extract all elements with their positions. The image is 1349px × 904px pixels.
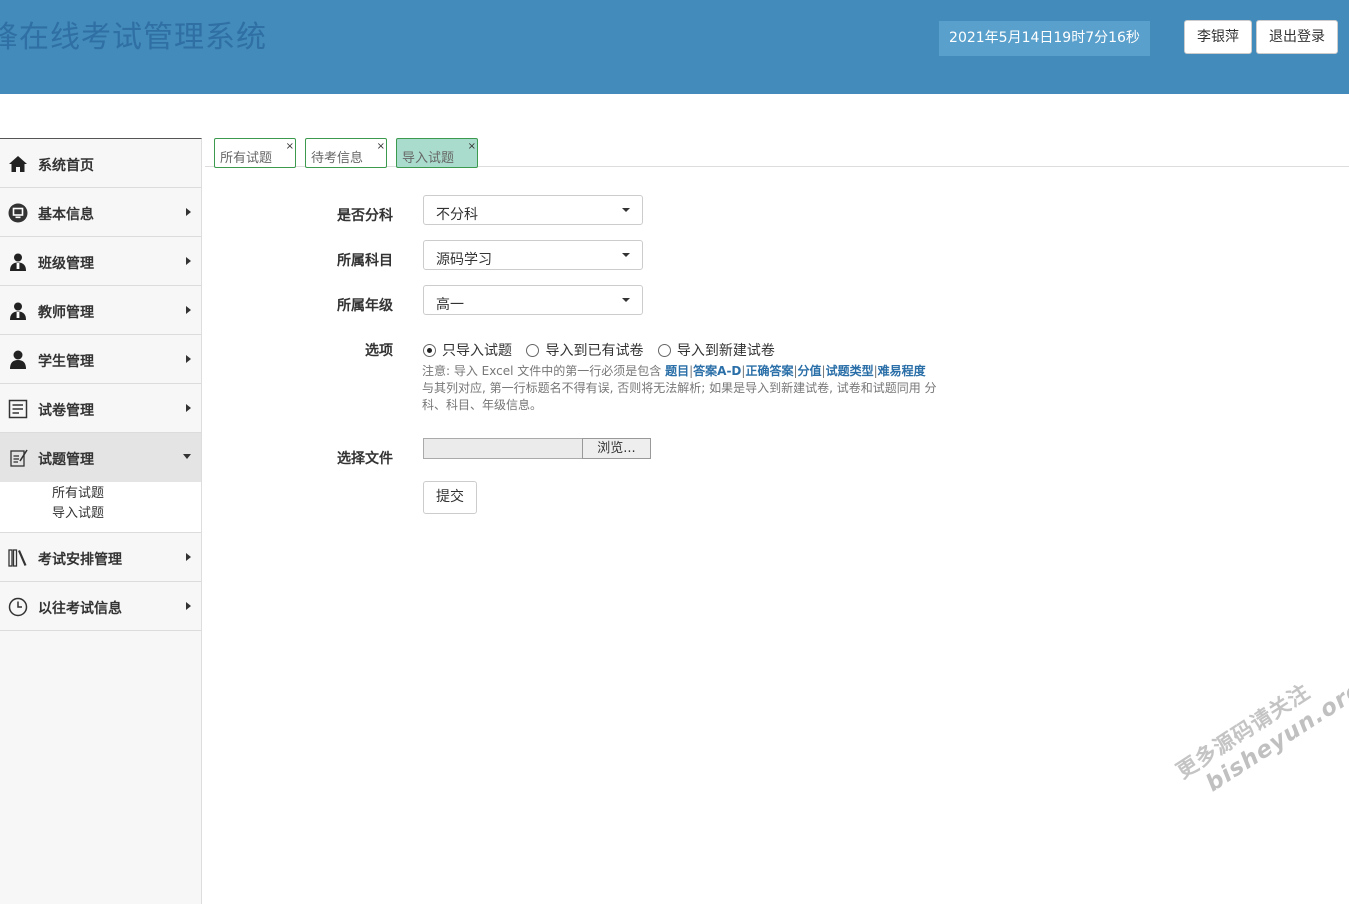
class-user-icon [10, 253, 26, 271]
sidebar-item-label: 基本信息 [38, 207, 94, 223]
import-note: 注意: 导入 Excel 文件中的第一行必须是包含 题目|答案A-D|正确答案|… [422, 364, 937, 412]
browse-button[interactable]: 浏览... [582, 438, 651, 459]
books-icon [8, 549, 27, 567]
note-field: 答案A-D [693, 364, 742, 378]
option-import-questions-only[interactable]: 只导入试题 [423, 340, 512, 360]
note-field: 题目 [665, 364, 690, 378]
subject-label: 所属科目 [337, 253, 393, 269]
radio-button[interactable] [423, 344, 436, 357]
chevron-right-icon [186, 208, 191, 216]
note-field: 难易程度 [877, 364, 926, 378]
sidebar-item-label: 教师管理 [38, 305, 94, 321]
clock-icon [8, 597, 28, 617]
select-value: 高一 [436, 297, 464, 313]
caret-down-icon [622, 208, 630, 212]
sidebar-item-label: 考试安排管理 [38, 552, 122, 568]
caret-down-icon [622, 298, 630, 302]
tab-pending-exams[interactable]: 待考信息 × [305, 138, 387, 168]
chevron-right-icon [186, 553, 191, 561]
logout-button[interactable]: 退出登录 [1256, 20, 1338, 54]
sidebar-item-student-management[interactable]: 学生管理 [0, 335, 201, 384]
sidebar-item-label: 试卷管理 [38, 403, 94, 419]
radio-button[interactable] [657, 344, 671, 357]
options-label: 选项 [365, 343, 393, 359]
close-icon[interactable]: × [286, 142, 294, 152]
chevron-right-icon [186, 355, 191, 363]
close-icon[interactable]: × [468, 142, 476, 152]
sidebar: 系统首页 基本信息 班级管理 教师管理 学生管理 试卷管理 试题管理 所有试题 … [0, 138, 202, 904]
teacher-icon [10, 302, 26, 320]
sidebar-item-label: 学生管理 [38, 354, 94, 370]
subject-split-select[interactable]: 不分科 [423, 195, 643, 225]
select-value: 源码学习 [436, 252, 492, 268]
chevron-down-icon [183, 454, 191, 459]
sidebar-item-class-management[interactable]: 班级管理 [0, 237, 201, 286]
sidebar-item-past-exams[interactable]: 以往考试信息 [0, 582, 201, 631]
grade-label: 所属年级 [337, 298, 393, 314]
chevron-right-icon [186, 306, 191, 314]
select-value: 不分科 [436, 207, 478, 223]
sidebar-item-label: 班级管理 [38, 256, 94, 272]
sidebar-item-label: 系统首页 [38, 158, 94, 174]
submenu-item-import-questions[interactable]: 导入试题 [52, 504, 201, 524]
app-title: 锋在线考试管理系统 [0, 20, 267, 55]
question-submenu: 所有试题 导入试题 [0, 482, 201, 533]
note-field: 试题类型 [825, 364, 874, 378]
chevron-right-icon [186, 257, 191, 265]
sidebar-item-label: 以往考试信息 [38, 601, 122, 617]
note-field: 正确答案 [745, 364, 794, 378]
watermark: 更多源码请关注 bisheyun.org [1170, 651, 1349, 807]
file-path-input[interactable] [423, 438, 583, 459]
tab-label: 所有试题 [220, 151, 273, 166]
sidebar-item-home[interactable]: 系统首页 [0, 139, 201, 188]
tab-label: 导入试题 [402, 151, 455, 166]
submit-button[interactable]: 提交 [423, 481, 477, 514]
grade-select[interactable]: 高一 [423, 285, 643, 315]
radio-button[interactable] [526, 344, 540, 357]
sidebar-item-teacher-management[interactable]: 教师管理 [0, 286, 201, 335]
sidebar-item-label: 试题管理 [38, 452, 94, 468]
paper-icon [8, 399, 28, 419]
sidebar-item-basic-info[interactable]: 基本信息 [0, 188, 201, 237]
user-name-button[interactable]: 李银萍 [1184, 20, 1252, 54]
option-import-existing-paper[interactable]: 导入到已有试卷 [526, 340, 643, 360]
student-icon [10, 350, 26, 369]
subject-select[interactable]: 源码学习 [423, 240, 643, 270]
radio-label: 导入到新建试卷 [676, 343, 775, 359]
import-options: 只导入试题 导入到已有试卷 导入到新建试卷 [423, 340, 785, 360]
submenu-item-all-questions[interactable]: 所有试题 [52, 484, 201, 504]
tab-import-questions[interactable]: 导入试题 × [396, 138, 478, 168]
sidebar-item-exam-schedule[interactable]: 考试安排管理 [0, 533, 201, 582]
top-header: 锋在线考试管理系统 2021年5月14日19时7分16秒 李银萍 退出登录 [0, 0, 1349, 94]
note-prefix: 注意: 导入 Excel 文件中的第一行必须是包含 [422, 364, 666, 378]
subject-split-label: 是否分科 [337, 208, 393, 224]
note-suffix: 与其列对应, 第一行标题名不得有误, 否则将无法解析; 如果是导入到新建试卷, … [422, 381, 937, 412]
sidebar-item-question-management[interactable]: 试题管理 [0, 433, 201, 482]
close-icon[interactable]: × [377, 142, 385, 152]
tab-all-questions[interactable]: 所有试题 × [214, 138, 296, 168]
monitor-icon [8, 203, 28, 223]
chevron-right-icon [186, 602, 191, 610]
home-icon [9, 156, 27, 172]
datetime-display: 2021年5月14日19时7分16秒 [939, 21, 1150, 56]
question-icon [10, 449, 28, 467]
sidebar-item-paper-management[interactable]: 试卷管理 [0, 384, 201, 433]
tab-label: 待考信息 [311, 151, 364, 166]
radio-label: 只导入试题 [442, 343, 512, 359]
chevron-right-icon [186, 404, 191, 412]
note-field: 分值 [797, 364, 822, 378]
radio-label: 导入到已有试卷 [545, 343, 644, 359]
option-import-new-paper[interactable]: 导入到新建试卷 [657, 340, 775, 360]
caret-down-icon [622, 253, 630, 257]
file-label: 选择文件 [337, 451, 393, 467]
